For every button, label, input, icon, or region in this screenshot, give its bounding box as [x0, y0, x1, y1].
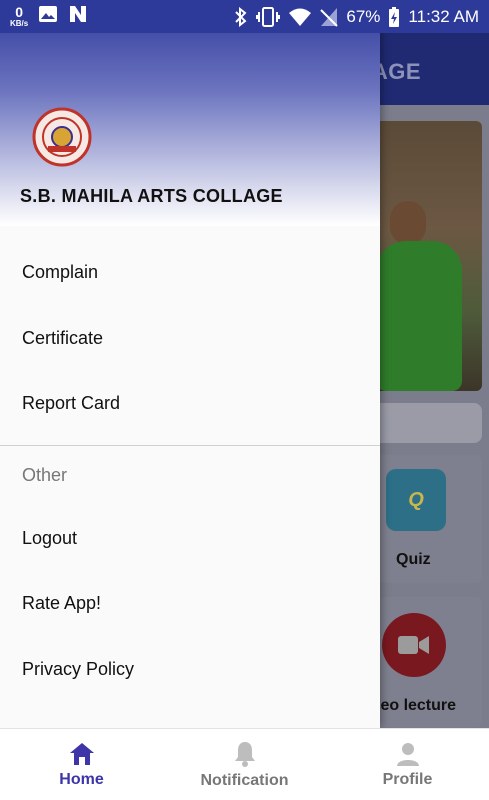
wifi-icon: [288, 7, 312, 27]
menu-item-complain[interactable]: Complain: [0, 240, 380, 306]
search-bar[interactable]: [372, 403, 482, 443]
nav-notification[interactable]: Notification: [163, 729, 326, 800]
quiz-tile[interactable]: Q Quiz: [376, 455, 482, 583]
battery-charging-icon: [388, 6, 400, 28]
menu-item-rate-app[interactable]: Rate App!: [0, 571, 380, 637]
menu-item-report-card[interactable]: Report Card: [0, 371, 380, 437]
menu-item-certificate[interactable]: Certificate: [0, 306, 380, 372]
drawer-header: S.B. MAHILA ARTS COLLAGE: [0, 0, 380, 226]
network-speed: 0 KB/s: [10, 3, 29, 28]
college-name: S.B. MAHILA ARTS COLLAGE: [20, 186, 283, 206]
nav-profile[interactable]: Profile: [326, 729, 489, 800]
quiz-tile-label: Quiz: [396, 551, 431, 568]
video-lecture-tile-label: leo lecture: [376, 697, 457, 714]
image-icon: [38, 5, 58, 28]
photo-person-body: [376, 241, 462, 391]
college-logo: [26, 106, 98, 168]
no-signal-icon: [320, 7, 339, 27]
home-icon: [68, 741, 96, 767]
nav-home-label: Home: [59, 770, 104, 788]
nav-home[interactable]: Home: [0, 729, 163, 800]
person-icon: [395, 741, 421, 767]
bell-icon: [232, 740, 258, 768]
photo-person-head: [390, 201, 426, 245]
menu-section-other: Other: [22, 465, 68, 485]
battery-percent: 67%: [346, 6, 381, 26]
bottom-navigation: Home Notification Profile: [0, 728, 489, 800]
clock: 11:32 AM: [408, 6, 479, 26]
video-camera-icon: [382, 613, 446, 677]
menu-item-logout[interactable]: Logout: [0, 506, 380, 572]
status-bar: 0 KB/s 67% 11:32 AM: [0, 0, 489, 33]
network-speed-value: 0: [15, 3, 24, 20]
n-notification-icon: [68, 5, 88, 28]
vibrate-icon: [256, 6, 281, 27]
network-speed-unit: KB/s: [10, 18, 29, 28]
drawer-menu: Complain Certificate Report Card Other L…: [0, 240, 380, 702]
nav-notification-label: Notification: [200, 771, 289, 789]
nav-profile-label: Profile: [382, 770, 433, 788]
video-lecture-tile[interactable]: leo lecture: [376, 597, 482, 727]
bluetooth-icon: [234, 6, 248, 27]
quiz-icon: Q: [386, 469, 446, 531]
navigation-drawer: S.B. MAHILA ARTS COLLAGE Complain Certif…: [0, 0, 380, 728]
menu-item-privacy-policy[interactable]: Privacy Policy: [0, 637, 380, 703]
